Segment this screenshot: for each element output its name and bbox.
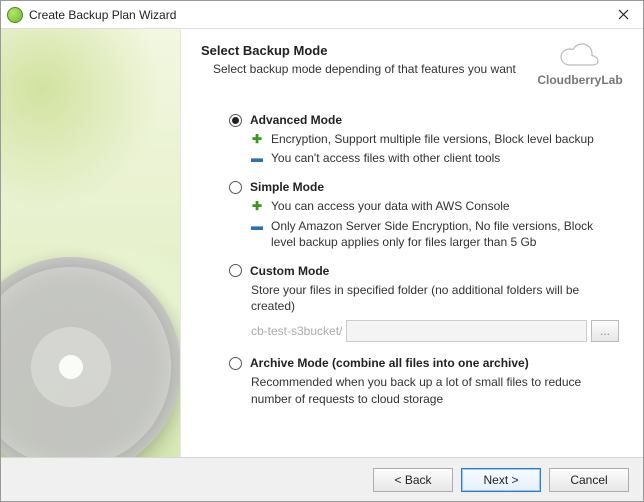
radio-archive[interactable]: Archive Mode (combine all files into one… bbox=[229, 356, 619, 370]
radio-icon bbox=[229, 181, 242, 194]
radio-advanced[interactable]: Advanced Mode bbox=[229, 113, 619, 127]
mode-options: Advanced Mode ✚ Encryption, Support mult… bbox=[201, 113, 625, 407]
custom-path-prefix: cb-test-s3bucket/ bbox=[251, 324, 342, 338]
minus-icon: ▬ bbox=[251, 218, 263, 234]
simple-pro: You can access your data with AWS Consol… bbox=[271, 198, 619, 214]
option-advanced-title: Advanced Mode bbox=[250, 113, 342, 127]
page-heading: Select Backup Mode bbox=[201, 43, 535, 58]
page-subheading: Select backup mode depending of that fea… bbox=[213, 62, 535, 76]
option-simple: Simple Mode ✚ You can access your data w… bbox=[229, 180, 619, 250]
browse-label: ... bbox=[600, 324, 610, 338]
cloud-icon bbox=[556, 43, 604, 71]
advanced-pro: Encryption, Support multiple file versio… bbox=[271, 131, 619, 147]
browse-button[interactable]: ... bbox=[591, 320, 619, 342]
app-icon bbox=[7, 7, 23, 23]
wizard-content: Select Backup Mode Select backup mode de… bbox=[181, 29, 643, 457]
minus-icon: ▬ bbox=[251, 150, 263, 166]
wizard-sidebar bbox=[1, 29, 181, 457]
close-button[interactable] bbox=[603, 1, 643, 29]
custom-desc: Store your files in specified folder (no… bbox=[251, 282, 619, 314]
custom-path-row: cb-test-s3bucket/ ... bbox=[251, 320, 619, 342]
option-simple-title: Simple Mode bbox=[250, 180, 324, 194]
titlebar: Create Backup Plan Wizard bbox=[1, 1, 643, 29]
radio-simple[interactable]: Simple Mode bbox=[229, 180, 619, 194]
next-button[interactable]: Next > bbox=[461, 468, 541, 492]
option-archive: Archive Mode (combine all files into one… bbox=[229, 356, 619, 406]
brand-logo: CloudberryLab bbox=[535, 43, 625, 87]
brand-name: CloudberryLab bbox=[535, 73, 625, 87]
wizard-footer: < Back Next > Cancel bbox=[1, 457, 643, 501]
close-icon bbox=[618, 9, 629, 20]
plus-icon: ✚ bbox=[251, 198, 263, 214]
plus-icon: ✚ bbox=[251, 131, 263, 147]
option-custom: Custom Mode Store your files in specifie… bbox=[229, 264, 619, 342]
custom-path-input[interactable] bbox=[346, 320, 587, 342]
wizard-body: Select Backup Mode Select backup mode de… bbox=[1, 29, 643, 457]
option-advanced: Advanced Mode ✚ Encryption, Support mult… bbox=[229, 113, 619, 166]
cancel-button[interactable]: Cancel bbox=[549, 468, 629, 492]
radio-icon bbox=[229, 357, 242, 370]
window-title: Create Backup Plan Wizard bbox=[29, 8, 603, 22]
simple-con: Only Amazon Server Side Encryption, No f… bbox=[271, 218, 619, 250]
radio-icon bbox=[229, 264, 242, 277]
wizard-window: Create Backup Plan Wizard Select Backup … bbox=[0, 0, 644, 502]
back-button[interactable]: < Back bbox=[373, 468, 453, 492]
radio-icon bbox=[229, 114, 242, 127]
option-archive-title: Archive Mode (combine all files into one… bbox=[250, 356, 529, 370]
content-header: Select Backup Mode Select backup mode de… bbox=[201, 43, 625, 87]
archive-desc: Recommended when you back up a lot of sm… bbox=[251, 374, 619, 406]
advanced-con: You can't access files with other client… bbox=[271, 150, 619, 166]
option-custom-title: Custom Mode bbox=[250, 264, 329, 278]
radio-custom[interactable]: Custom Mode bbox=[229, 264, 619, 278]
